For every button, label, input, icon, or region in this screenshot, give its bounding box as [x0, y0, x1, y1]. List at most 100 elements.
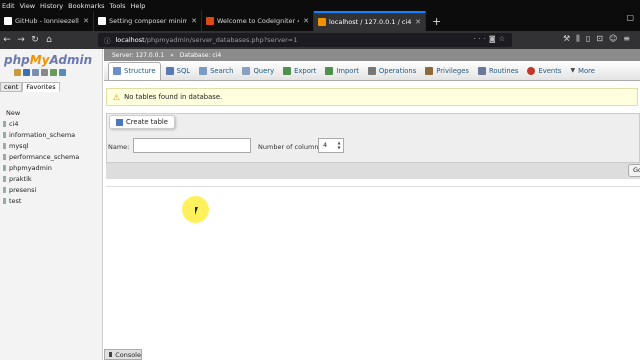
tab-routines[interactable]: Routines	[474, 62, 522, 80]
logout-icon[interactable]	[23, 69, 30, 76]
docs-icon[interactable]	[41, 69, 48, 76]
database-item-performance-schema[interactable]: performance_schema	[0, 151, 103, 162]
database-item-test[interactable]: test	[0, 195, 103, 206]
menu-history[interactable]: History	[40, 2, 63, 10]
help-icon[interactable]	[32, 69, 39, 76]
tab-label: Privileges	[436, 66, 469, 75]
home-icon[interactable]: ⌂	[42, 35, 56, 45]
close-icon[interactable]: ✕	[303, 17, 309, 25]
database-item-praktik[interactable]: praktik	[0, 173, 103, 184]
tab-structure[interactable]: Structure	[108, 61, 161, 80]
more-actions-icon[interactable]: ···	[473, 35, 489, 43]
tab-query[interactable]: Query	[238, 62, 278, 80]
tab-privileges[interactable]: Privileges	[421, 62, 473, 80]
database-label: mysql	[9, 141, 29, 150]
sidebar-icon[interactable]: ▯	[586, 34, 596, 43]
phpmyadmin-logo[interactable]: phpMyAdmin	[4, 53, 92, 67]
github-icon	[4, 17, 12, 25]
breadcrumb-server[interactable]: Server: 127.0.0.1	[112, 52, 164, 59]
tab-github[interactable]: GitHub - lonnieezell/myth-auth ✕	[0, 11, 94, 31]
tab-operations[interactable]: Operations	[364, 62, 420, 80]
database-label: test	[9, 196, 22, 205]
toolbar-right: ⚒⫼▯⊡☺≡	[563, 34, 636, 44]
new-tab-button[interactable]: +	[426, 11, 447, 31]
tab-events[interactable]: Events	[523, 62, 565, 80]
library-icon[interactable]: ⫼	[576, 34, 586, 43]
account-icon[interactable]: ☺	[609, 34, 623, 43]
import-icon	[325, 66, 334, 75]
settings-icon[interactable]	[50, 69, 57, 76]
database-icon	[3, 120, 6, 127]
home-icon[interactable]	[14, 69, 21, 76]
database-item-presensi[interactable]: presensi	[0, 184, 103, 195]
database-item-ci4[interactable]: ci4	[0, 118, 103, 129]
tab-favorites[interactable]: Favorites	[22, 82, 60, 92]
num-columns-input[interactable]: 4 ▲ ▼	[318, 138, 344, 153]
database-icon	[3, 186, 6, 193]
pma-navigation-panel: phpMyAdmin cent Favorites New ci4 inform…	[0, 49, 103, 360]
go-button[interactable]: Go	[628, 164, 640, 177]
database-icon	[3, 197, 6, 204]
reload-icon[interactable]: ↻	[28, 35, 42, 45]
phpmyadmin-icon	[318, 18, 326, 26]
query-icon	[242, 66, 251, 75]
tab-title: GitHub - lonnieezell/myth-auth	[15, 17, 79, 25]
tab-label: Operations	[378, 66, 417, 75]
tab-search[interactable]: Search	[195, 62, 237, 80]
database-item-mysql[interactable]: mysql	[0, 140, 103, 151]
url-actions: ···◙☆	[473, 35, 508, 43]
database-label: ci4	[9, 119, 19, 128]
tab-import[interactable]: Import	[321, 62, 363, 80]
close-icon[interactable]: ✕	[191, 17, 197, 25]
breadcrumb-database[interactable]: Database: ci4	[180, 52, 221, 59]
tab-more[interactable]: ▼ More	[566, 62, 598, 80]
database-item-new[interactable]: New	[0, 107, 103, 118]
tab-label: Import	[336, 66, 359, 75]
pocket-icon[interactable]: ◙	[489, 35, 499, 43]
window-restore-icon[interactable]: ▢	[626, 13, 634, 22]
tab-sql[interactable]: SQL	[162, 62, 194, 80]
database-item-phpmyadmin[interactable]: phpmyadmin	[0, 162, 103, 173]
privileges-icon	[425, 66, 434, 75]
back-icon[interactable]: ←	[0, 35, 14, 45]
console-label: Console	[115, 350, 141, 359]
url-bar[interactable]: ⓘ localhost /phpmyadmin/server_databases…	[98, 33, 512, 47]
logo-my: My	[29, 53, 50, 67]
forward-icon[interactable]: →	[14, 35, 28, 45]
tab-composer[interactable]: Setting composer minimum st ✕	[94, 11, 202, 31]
database-icon	[3, 175, 6, 182]
mouse-cursor-icon	[195, 207, 201, 215]
tab-label: Routines	[488, 66, 519, 75]
codeigniter-icon	[206, 17, 214, 25]
bookmark-star-icon[interactable]: ☆	[499, 35, 508, 43]
browser-tabbar: GitHub - lonnieezell/myth-auth ✕ Setting…	[0, 11, 640, 31]
database-icon	[3, 153, 6, 160]
tools-icon[interactable]: ⚒	[563, 34, 576, 43]
menu-icon[interactable]: ≡	[623, 34, 636, 43]
spinner-icon[interactable]: ▲ ▼	[336, 140, 342, 151]
reload-icon[interactable]	[59, 69, 66, 76]
menu-bookmarks[interactable]: Bookmarks	[68, 2, 104, 10]
page-info-icon[interactable]: ⓘ	[104, 35, 111, 45]
database-item-information-schema[interactable]: information_schema	[0, 129, 103, 140]
tab-recent[interactable]: cent	[0, 82, 23, 92]
menu-tools[interactable]: Tools	[109, 2, 125, 10]
table-name-input[interactable]	[133, 138, 251, 153]
close-icon[interactable]: ✕	[83, 17, 89, 25]
database-label: New	[6, 108, 21, 117]
page-icon	[98, 17, 106, 25]
tab-phpmyadmin[interactable]: localhost / 127.0.0.1 / ci4 | php ✕	[314, 11, 426, 31]
menu-help[interactable]: Help	[131, 2, 146, 10]
console-toggle[interactable]: Console	[104, 349, 142, 360]
close-icon[interactable]: ✕	[415, 18, 421, 26]
tab-export[interactable]: Export	[279, 62, 320, 80]
menu-view[interactable]: View	[20, 2, 35, 10]
database-icon	[3, 142, 6, 149]
export-icon	[283, 66, 292, 75]
tab-label: Query	[253, 66, 275, 75]
database-label: presensi	[9, 185, 37, 194]
browser-menubar: Edit View History Bookmarks Tools Help	[0, 0, 640, 11]
tab-codeigniter[interactable]: Welcome to CodeIgniter 4! ✕	[202, 11, 314, 31]
menu-edit[interactable]: Edit	[2, 2, 15, 10]
screenshot-icon[interactable]: ⊡	[596, 34, 609, 43]
